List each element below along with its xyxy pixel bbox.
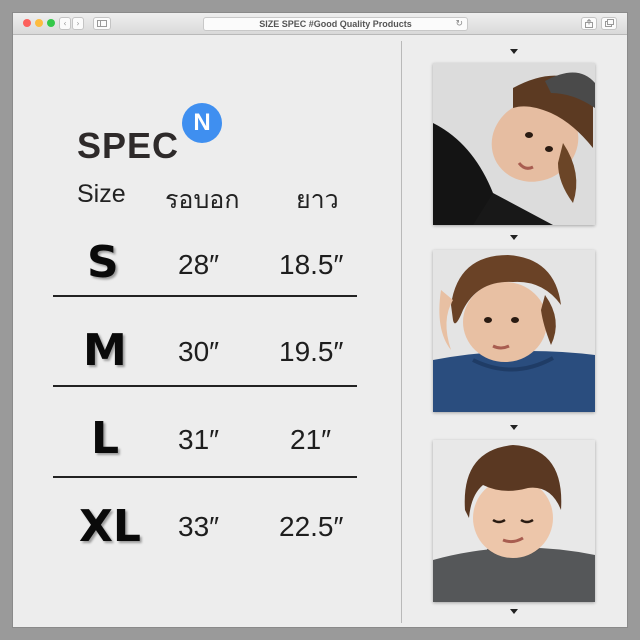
sidebar-button[interactable]	[93, 17, 111, 30]
length-value: 18.5″	[279, 249, 344, 280]
tabs-button[interactable]	[601, 17, 617, 30]
length-value: 19.5″	[279, 336, 344, 367]
new-badge: N	[182, 103, 222, 143]
size-label: L	[91, 413, 120, 464]
minimize-button[interactable]	[35, 19, 43, 27]
title-bar: ‹ › SIZE SPEC #Good Quality Products ↻	[13, 13, 627, 35]
browser-window: ‹ › SIZE SPEC #Good Quality Products ↻ S…	[12, 12, 628, 628]
header-size: Size	[77, 180, 126, 208]
length-value: 21″	[290, 424, 332, 455]
chest-value: 31″	[178, 424, 220, 455]
header-length: ยาว	[296, 186, 339, 214]
size-label: M	[83, 325, 127, 376]
forward-button[interactable]: ›	[72, 17, 84, 30]
triangle-down-icon	[510, 235, 518, 240]
chest-value: 28″	[178, 249, 220, 280]
length-value: 22.5″	[279, 511, 344, 542]
back-button[interactable]: ‹	[59, 17, 71, 30]
close-button[interactable]	[23, 19, 31, 27]
chest-value: 30″	[178, 336, 220, 367]
tabs-icon	[604, 19, 614, 27]
product-photo-1	[433, 63, 595, 225]
panel-divider	[401, 41, 402, 623]
product-photo-2	[433, 250, 595, 412]
share-button[interactable]	[581, 17, 597, 30]
triangle-down-icon	[510, 609, 518, 614]
product-photo-3	[433, 440, 595, 602]
spec-title: SPEC	[77, 125, 180, 166]
zoom-button[interactable]	[47, 19, 55, 27]
size-label: S	[87, 237, 119, 288]
chest-value: 33″	[178, 511, 220, 542]
triangle-down-icon	[510, 49, 518, 54]
share-icon	[585, 18, 593, 28]
reload-icon[interactable]: ↻	[455, 18, 463, 30]
row-divider	[53, 295, 357, 297]
row-divider	[53, 385, 357, 387]
address-bar[interactable]: SIZE SPEC #Good Quality Products ↻	[203, 17, 468, 31]
sidebar-icon	[97, 20, 107, 27]
header-chest: รอบอก	[165, 186, 240, 214]
size-label: XL	[79, 501, 141, 552]
row-divider	[53, 476, 357, 478]
triangle-down-icon	[510, 425, 518, 430]
page-title: SIZE SPEC #Good Quality Products	[259, 19, 412, 29]
